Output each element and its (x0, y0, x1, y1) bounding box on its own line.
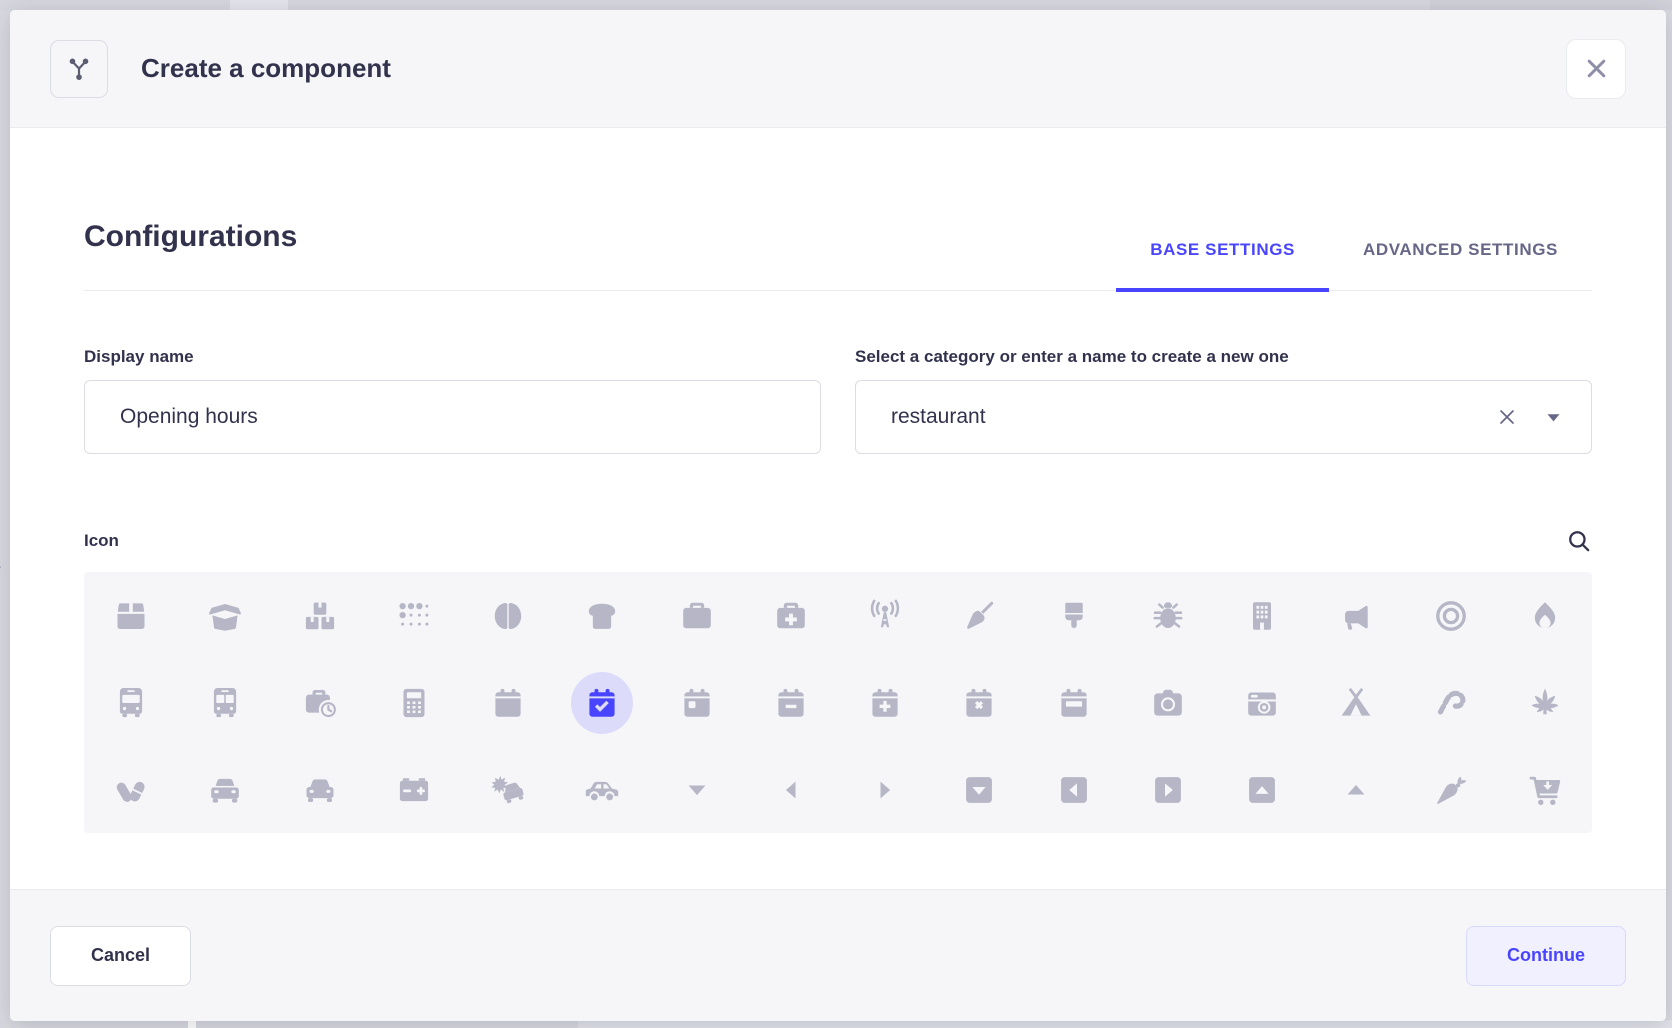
settings-tabs: BASE SETTINGS ADVANCED SETTINGS (1116, 240, 1592, 290)
configurations-header: Configurations BASE SETTINGS ADVANCED SE… (84, 220, 1592, 291)
background-page-bottom-strip (0, 1020, 1672, 1028)
bus-alt-icon[interactable] (178, 659, 272, 746)
car-crash-icon[interactable] (461, 746, 555, 833)
background-page-left-strip: e e r t Y n t ≡ t t (0, 0, 10, 1028)
briefcase-medical-icon[interactable] (744, 572, 838, 659)
calendar-check-icon[interactable] (555, 659, 649, 746)
cancel-button[interactable]: Cancel (50, 926, 191, 986)
camera-retro-icon[interactable] (1215, 659, 1309, 746)
building-icon[interactable] (1215, 572, 1309, 659)
business-time-icon[interactable] (273, 659, 367, 746)
bread-slice-icon[interactable] (555, 572, 649, 659)
calendar-times-icon[interactable] (932, 659, 1026, 746)
icon-label: Icon (84, 531, 119, 551)
bullseye-icon[interactable] (1404, 572, 1498, 659)
car-alt-icon[interactable] (273, 746, 367, 833)
background-page-top-strip (0, 0, 1672, 10)
bullhorn-icon[interactable] (1309, 572, 1403, 659)
category-combobox (855, 380, 1592, 454)
capsules-icon[interactable] (84, 746, 178, 833)
section-title: Configurations (84, 220, 297, 290)
bus-icon[interactable] (84, 659, 178, 746)
boxes-icon[interactable] (273, 572, 367, 659)
category-label: Select a category or enter a name to cre… (855, 347, 1592, 367)
display-name-field-group: Display name (84, 347, 821, 454)
continue-button[interactable]: Continue (1466, 926, 1626, 986)
caret-left-icon[interactable] (744, 746, 838, 833)
broadcast-tower-icon[interactable] (838, 572, 932, 659)
car-icon[interactable] (178, 746, 272, 833)
dialog-title: Create a component (141, 53, 391, 84)
box-open-icon[interactable] (178, 572, 272, 659)
caret-down-icon[interactable] (650, 746, 744, 833)
dialog-footer: Cancel Continue (10, 889, 1666, 1021)
calendar-plus-icon[interactable] (838, 659, 932, 746)
brush-icon[interactable] (1027, 572, 1121, 659)
camera-icon[interactable] (1121, 659, 1215, 746)
caret-right-icon[interactable] (838, 746, 932, 833)
create-component-dialog: Create a component Configurations BASE S… (10, 10, 1666, 1021)
combobox-actions (1496, 406, 1561, 428)
bug-icon[interactable] (1121, 572, 1215, 659)
search-icon[interactable] (1566, 528, 1592, 554)
box-icon[interactable] (84, 572, 178, 659)
cart-arrow-down-icon[interactable] (1498, 746, 1592, 833)
dialog-body: Configurations BASE SETTINGS ADVANCED SE… (10, 128, 1666, 889)
icon-grid (84, 572, 1592, 833)
cannabis-icon[interactable] (1498, 659, 1592, 746)
caret-square-up-icon[interactable] (1215, 746, 1309, 833)
brain-icon[interactable] (461, 572, 555, 659)
dialog-header: Create a component (10, 10, 1666, 128)
component-icon (65, 55, 93, 83)
caret-square-right-icon[interactable] (1121, 746, 1215, 833)
tab-advanced-settings[interactable]: ADVANCED SETTINGS (1329, 240, 1592, 290)
candy-cane-icon[interactable] (1404, 659, 1498, 746)
display-name-input[interactable] (120, 405, 790, 429)
caret-square-down-icon[interactable] (932, 746, 1026, 833)
category-input[interactable] (891, 405, 1496, 429)
caret-up-icon[interactable] (1309, 746, 1403, 833)
chevron-down-icon[interactable] (1546, 412, 1561, 423)
category-field-group: Select a category or enter a name to cre… (855, 347, 1592, 454)
close-button[interactable] (1566, 39, 1626, 99)
car-battery-icon[interactable] (367, 746, 461, 833)
calendar-week-icon[interactable] (1027, 659, 1121, 746)
car-side-icon[interactable] (555, 746, 649, 833)
close-icon (1583, 55, 1610, 82)
calendar-day-icon[interactable] (650, 659, 744, 746)
tab-base-settings[interactable]: BASE SETTINGS (1116, 240, 1329, 290)
calendar-minus-icon[interactable] (744, 659, 838, 746)
component-badge (50, 40, 108, 98)
campground-icon[interactable] (1309, 659, 1403, 746)
clear-icon[interactable] (1496, 406, 1518, 428)
icon-section-header: Icon (84, 528, 1592, 554)
display-name-input-box (84, 380, 821, 454)
broom-icon[interactable] (932, 572, 1026, 659)
form-fields: Display name Select a category or enter … (84, 347, 1592, 454)
carrot-icon[interactable] (1404, 746, 1498, 833)
braille-icon[interactable] (367, 572, 461, 659)
caret-square-left-icon[interactable] (1027, 746, 1121, 833)
burn-icon[interactable] (1498, 572, 1592, 659)
display-name-label: Display name (84, 347, 821, 367)
briefcase-icon[interactable] (650, 572, 744, 659)
calendar-icon[interactable] (461, 659, 555, 746)
calculator-icon[interactable] (367, 659, 461, 746)
